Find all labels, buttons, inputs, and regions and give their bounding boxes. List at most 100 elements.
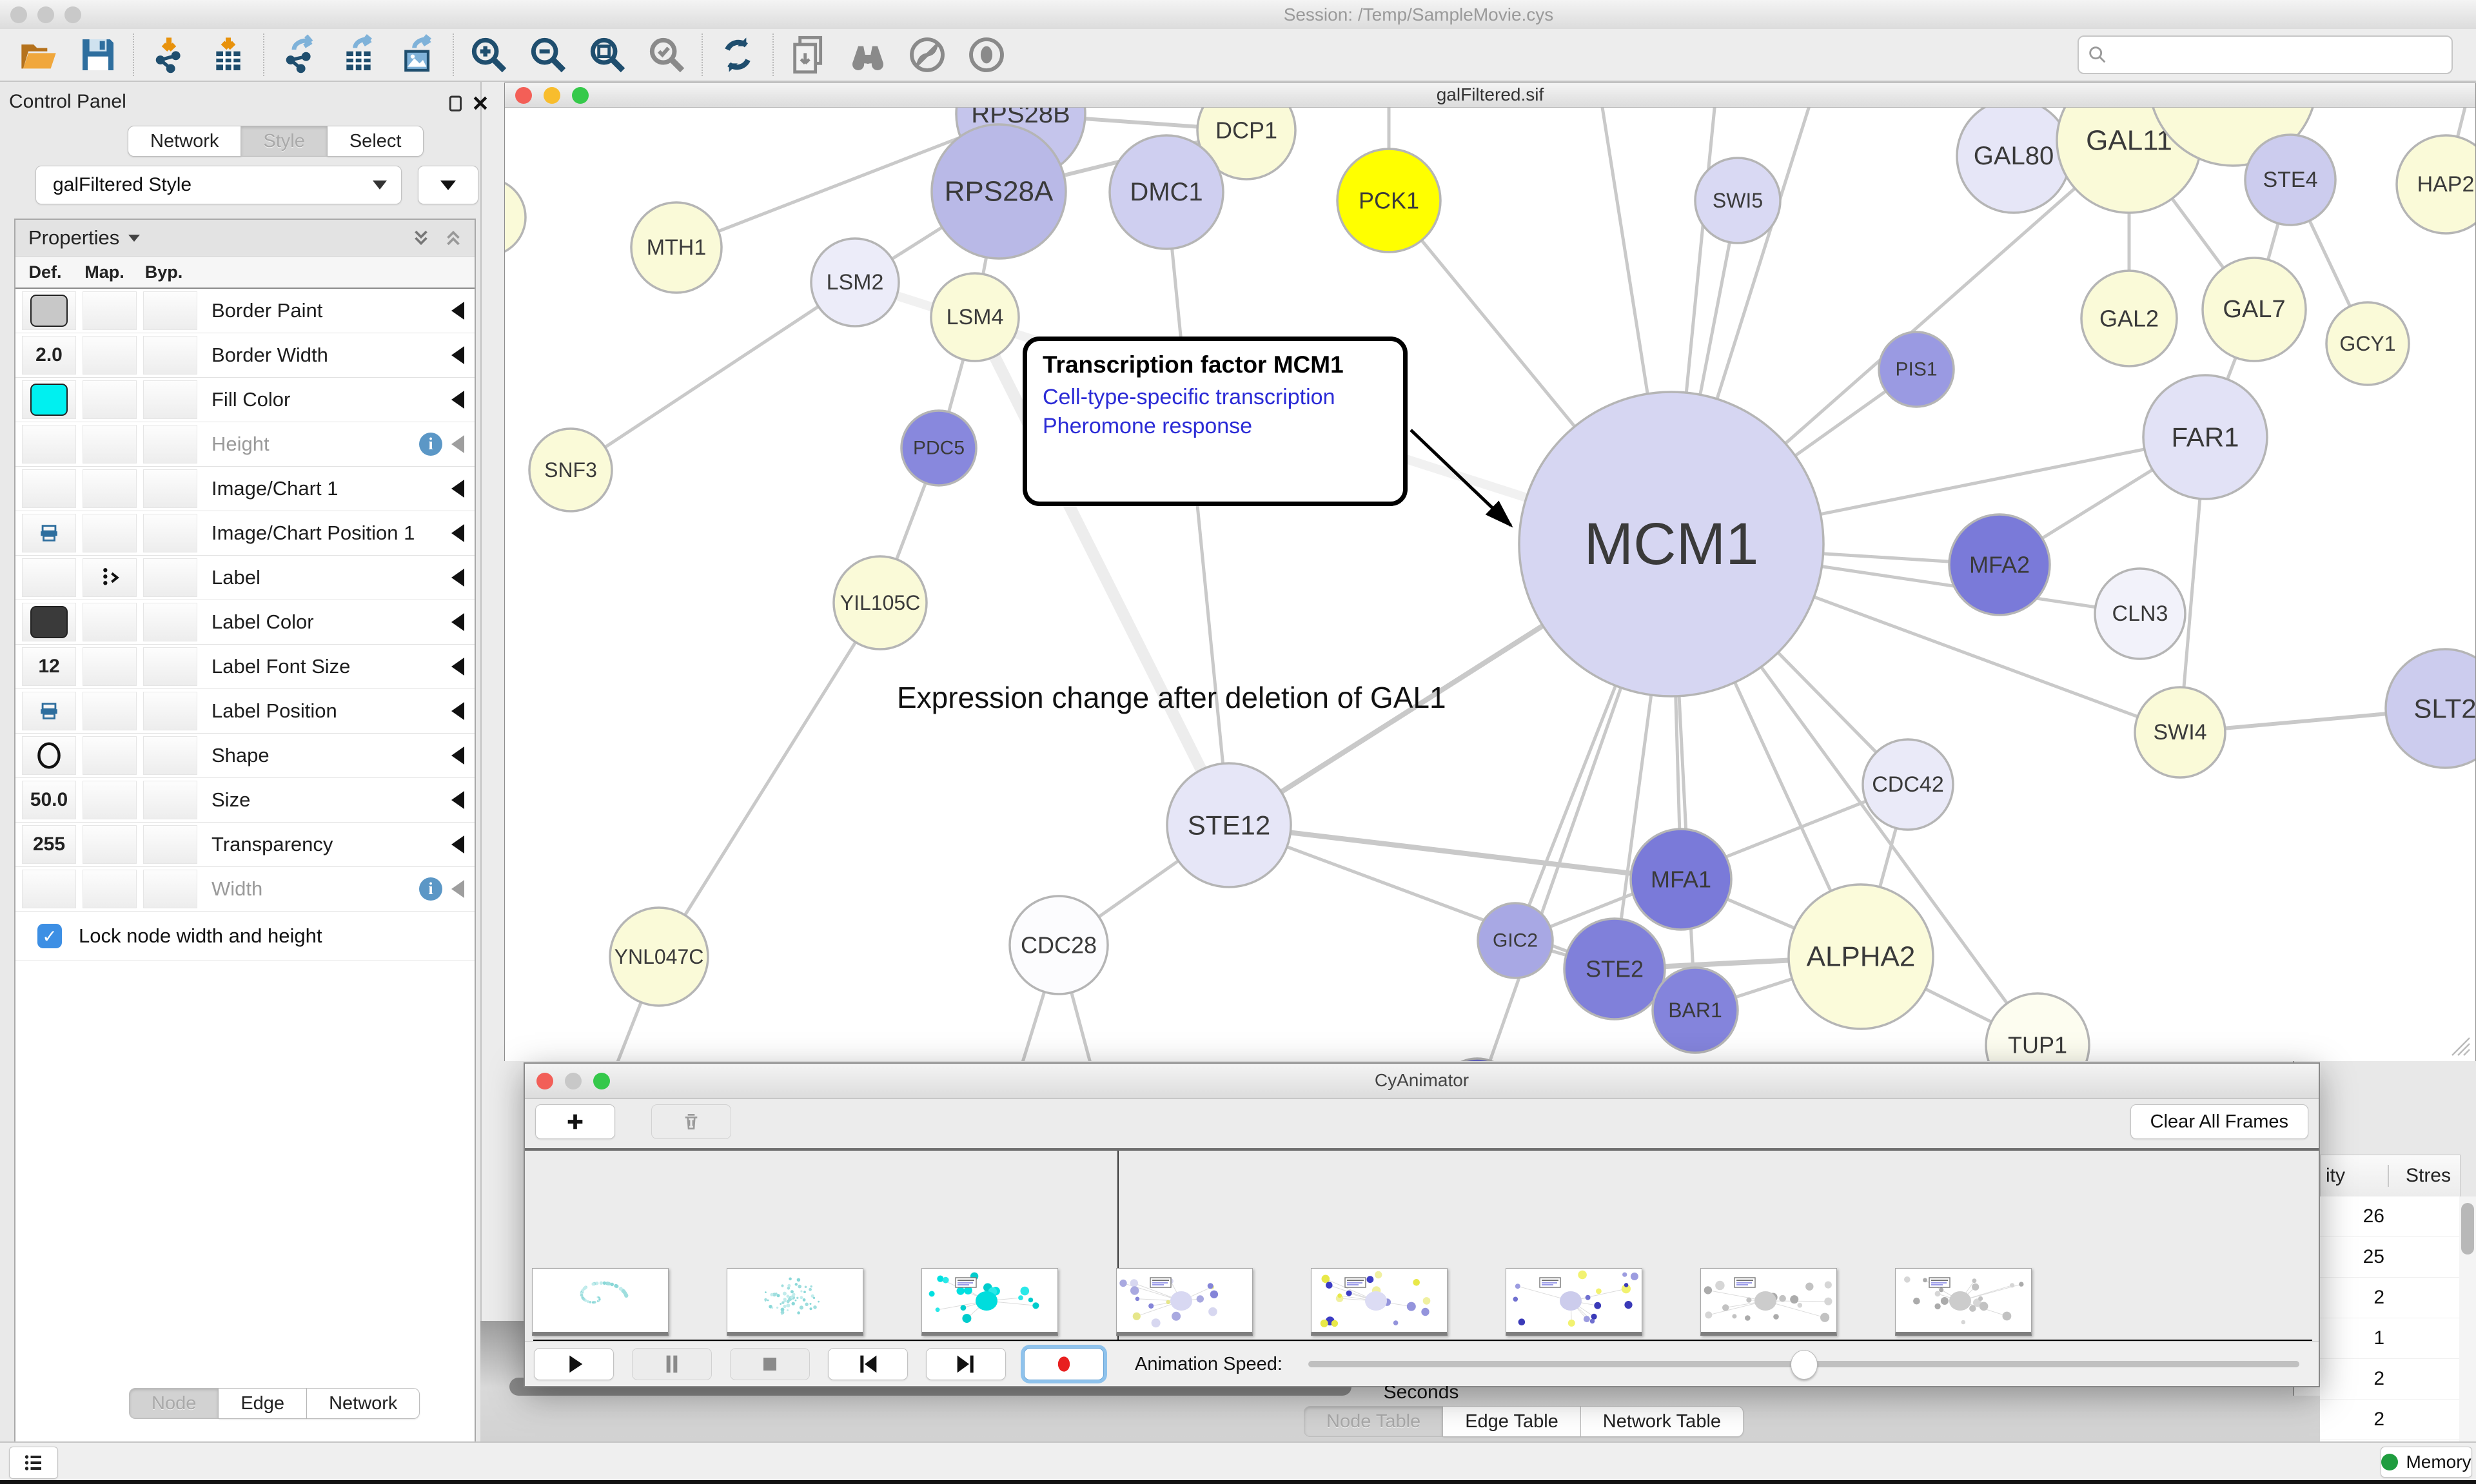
- node-mfa1[interactable]: MFA1: [1631, 829, 1731, 930]
- mapping-cell[interactable]: [83, 425, 137, 464]
- mapping-cell[interactable]: [83, 825, 137, 864]
- record-button[interactable]: [1024, 1348, 1104, 1380]
- expand-property-icon[interactable]: [451, 391, 464, 409]
- annotation-box[interactable]: Transcription factor MCM1 Cell-type-spec…: [1023, 337, 1408, 506]
- node-ynl047c[interactable]: YNL047C: [610, 908, 708, 1006]
- style-selector[interactable]: galFiltered Style: [35, 166, 402, 204]
- expand-property-icon[interactable]: [451, 569, 464, 587]
- node-mfa2[interactable]: MFA2: [1949, 514, 2050, 615]
- node-mcm1[interactable]: MCM1: [1519, 392, 1823, 696]
- frame-thumbnail-4[interactable]: [1311, 1268, 1448, 1336]
- style-tab-network[interactable]: Network: [307, 1388, 420, 1419]
- zoom-window-icon[interactable]: [64, 6, 81, 23]
- mapping-cell[interactable]: [83, 781, 137, 819]
- property-row-border-width[interactable]: 2.0Border Width: [15, 333, 475, 378]
- minimize-window-icon[interactable]: [544, 87, 560, 104]
- property-row-label-font-size[interactable]: 12Label Font Size: [15, 645, 475, 689]
- expand-property-icon[interactable]: [451, 524, 464, 542]
- resize-handle-icon[interactable]: [2448, 1034, 2471, 1057]
- default-cell[interactable]: [22, 558, 76, 597]
- node-yil105c[interactable]: YIL105C: [834, 556, 927, 649]
- node-tup1[interactable]: TUP1: [1986, 993, 2089, 1061]
- node-pis1[interactable]: PIS1: [1879, 332, 1954, 407]
- style-options-button[interactable]: [418, 166, 478, 204]
- default-cell[interactable]: 255: [22, 825, 76, 864]
- table-tab-node-table[interactable]: Node Table: [1304, 1406, 1443, 1437]
- clear-all-frames-button[interactable]: Clear All Frames: [2130, 1104, 2308, 1139]
- bypass-cell[interactable]: [143, 425, 197, 464]
- default-cell[interactable]: [22, 692, 76, 730]
- node-dmc1[interactable]: DMC1: [1110, 135, 1223, 249]
- bypass-cell[interactable]: [143, 603, 197, 641]
- refresh-view-icon[interactable]: [708, 30, 767, 80]
- hide-annotations-icon[interactable]: [898, 30, 957, 80]
- mapping-cell[interactable]: [83, 469, 137, 508]
- node-snf3[interactable]: SNF3: [529, 429, 612, 511]
- lock-size-row[interactable]: ✓ Lock node width and height: [15, 912, 475, 961]
- default-cell[interactable]: [22, 291, 76, 330]
- mapping-cell[interactable]: [83, 736, 137, 775]
- expand-property-icon[interactable]: [451, 346, 464, 364]
- annotation-link[interactable]: Cell-type-specific transcription: [1043, 385, 1388, 410]
- slider-thumb[interactable]: [1791, 1350, 1818, 1380]
- zoom-out-icon[interactable]: [518, 30, 578, 80]
- node-slt2[interactable]: SLT2: [2386, 649, 2475, 768]
- expand-property-icon[interactable]: [451, 658, 464, 676]
- bypass-cell[interactable]: [143, 558, 197, 597]
- expand-property-icon[interactable]: [451, 791, 464, 809]
- frame-thumbnail-6[interactable]: [1700, 1268, 1837, 1336]
- property-row-label[interactable]: Label: [15, 556, 475, 600]
- table-row[interactable]: 26: [2320, 1196, 2459, 1237]
- node-bar1[interactable]: BAR1: [1653, 968, 1738, 1053]
- annotation-link[interactable]: Pheromone response: [1043, 414, 1388, 439]
- mapping-cell[interactable]: [83, 514, 137, 552]
- node-gic2[interactable]: GIC2: [1478, 903, 1553, 978]
- default-cell[interactable]: [22, 469, 76, 508]
- node-cdc42[interactable]: CDC42: [1863, 739, 1953, 830]
- node-ste2[interactable]: STE2: [1564, 919, 1665, 1019]
- bypass-cell[interactable]: [143, 825, 197, 864]
- default-cell[interactable]: 50.0: [22, 781, 76, 819]
- property-row-image-chart-position-1[interactable]: Image/Chart Position 1: [15, 511, 475, 556]
- property-row-transparency[interactable]: 255Transparency: [15, 823, 475, 867]
- default-cell[interactable]: [22, 425, 76, 464]
- binoculars-icon[interactable]: [838, 30, 898, 80]
- node-gal80[interactable]: GAL80: [1957, 108, 2070, 213]
- node-pdc5[interactable]: PDC5: [901, 411, 976, 485]
- table-row[interactable]: 25: [2320, 1237, 2459, 1278]
- mapping-cell[interactable]: [83, 558, 137, 597]
- table-row[interactable]: 2: [2320, 1400, 2459, 1440]
- default-cell[interactable]: [22, 736, 76, 775]
- close-window-icon[interactable]: [536, 1073, 553, 1089]
- zoom-fit-icon[interactable]: [578, 30, 637, 80]
- node-pck1[interactable]: PCK1: [1337, 149, 1440, 252]
- expand-property-icon[interactable]: [451, 302, 464, 320]
- network-canvas[interactable]: RPS28BDCP1RPS28ADMC1PCK1SWI5GAL80GAL11ST…: [505, 108, 2475, 1061]
- default-cell[interactable]: [22, 514, 76, 552]
- frame-thumbnail-3[interactable]: [1116, 1268, 1253, 1336]
- node-cln3[interactable]: CLN3: [2095, 569, 2185, 659]
- bypass-cell[interactable]: [143, 870, 197, 908]
- property-row-label-position[interactable]: Label Position: [15, 689, 475, 734]
- info-icon[interactable]: i: [419, 433, 442, 456]
- show-annotations-icon[interactable]: [957, 30, 1016, 80]
- close-window-icon[interactable]: [515, 87, 532, 104]
- style-tab-edge[interactable]: Edge: [219, 1388, 307, 1419]
- bypass-cell[interactable]: [143, 380, 197, 419]
- float-panel-icon[interactable]: [446, 93, 466, 113]
- column-header[interactable]: ity: [2326, 1165, 2345, 1187]
- node-gal7[interactable]: GAL7: [2203, 258, 2306, 361]
- close-window-icon[interactable]: [10, 6, 27, 23]
- skip-end-button[interactable]: [926, 1348, 1006, 1380]
- tab-style[interactable]: Style: [241, 126, 327, 157]
- property-row-shape[interactable]: Shape: [15, 734, 475, 778]
- property-row-border-paint[interactable]: Border Paint: [15, 289, 475, 333]
- frame-thumbnail-2[interactable]: [921, 1268, 1058, 1336]
- animation-speed-slider[interactable]: [1308, 1361, 2299, 1367]
- expand-property-icon[interactable]: [451, 880, 464, 898]
- default-value-swatch[interactable]: [30, 295, 68, 327]
- minimize-window-icon[interactable]: [37, 6, 54, 23]
- mapping-cell[interactable]: [83, 647, 137, 686]
- bypass-cell[interactable]: [143, 514, 197, 552]
- node-alpha2[interactable]: ALPHA2: [1789, 884, 1933, 1029]
